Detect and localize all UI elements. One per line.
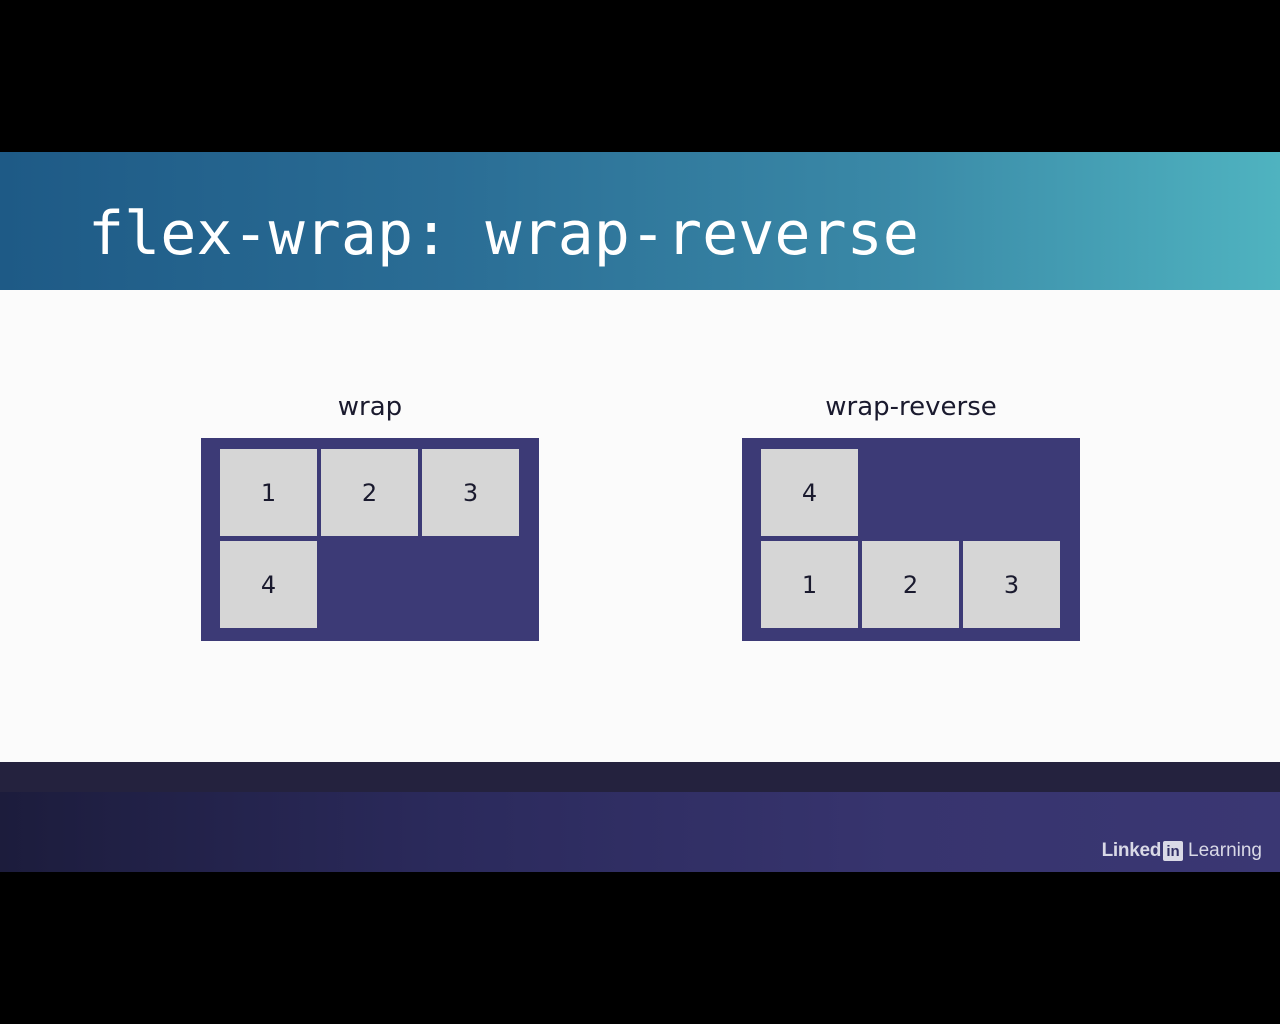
footer [0, 792, 1280, 872]
flex-item-1: 1 [761, 541, 858, 628]
flex-item-4: 4 [761, 449, 858, 536]
linkedin-in-icon: in [1163, 841, 1184, 861]
linkedin-learning-logo: Linked in Learning [1102, 840, 1262, 862]
wrap-flex-container: 1 2 3 4 [201, 438, 539, 641]
flex-item-1: 1 [220, 449, 317, 536]
flex-item-2: 2 [862, 541, 959, 628]
slide-content: wrap 1 2 3 4 wrap-reverse 1 2 3 4 [0, 290, 1280, 762]
logo-linked-text: Linked [1101, 840, 1162, 861]
footer-band [0, 762, 1280, 792]
flex-item-3: 3 [422, 449, 519, 536]
flex-item-3: 3 [963, 541, 1060, 628]
slide-title: flex-wrap: wrap-reverse [88, 199, 919, 269]
wrap-reverse-flex-container: 1 2 3 4 [742, 438, 1080, 641]
logo-learning-text: Learning [1188, 840, 1262, 861]
wrap-reverse-demo-label: wrap-reverse [825, 392, 997, 422]
video-frame: flex-wrap: wrap-reverse wrap 1 2 3 4 wra… [0, 0, 1280, 1024]
wrap-demo-label: wrap [337, 392, 403, 422]
flex-item-2: 2 [321, 449, 418, 536]
flex-item-4: 4 [220, 541, 317, 628]
